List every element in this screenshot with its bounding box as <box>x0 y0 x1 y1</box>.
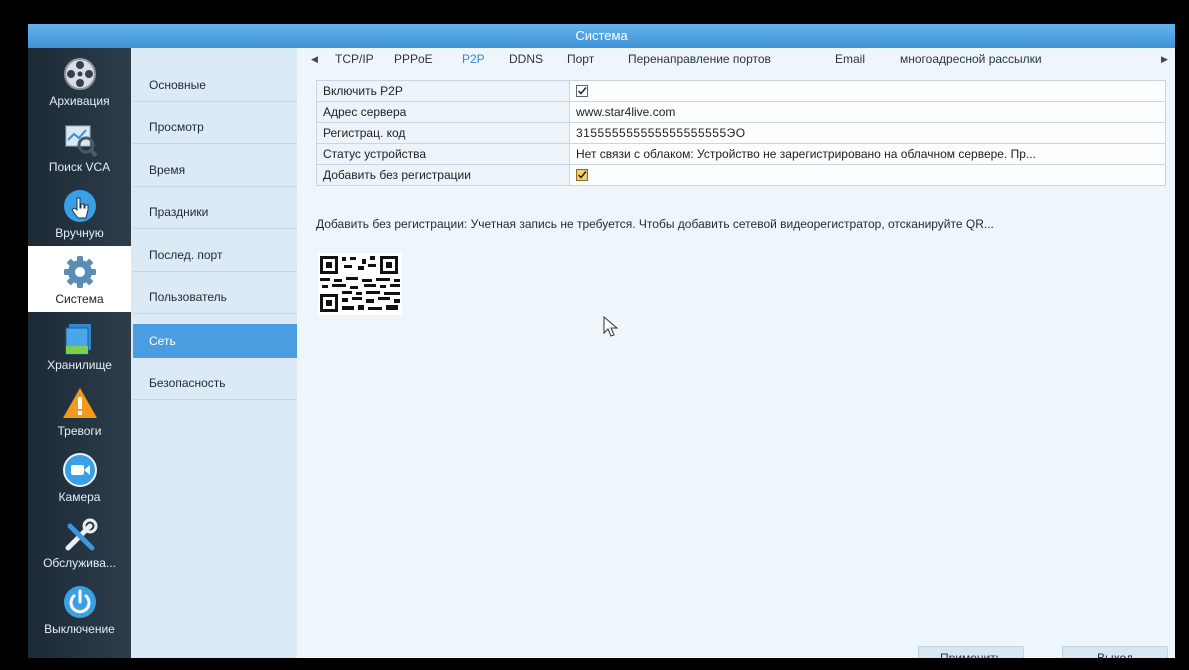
sidebar-item-manual[interactable]: Вручную <box>28 180 131 246</box>
system-window: Система Архивация Поиск VCA Вручную Сист… <box>28 24 1175 658</box>
submenu-item-general[interactable]: Основные <box>133 68 297 102</box>
submenu-item-user[interactable]: Пользователь <box>133 280 297 314</box>
sidebar-item-label: Тревоги <box>57 424 102 438</box>
table-row: Статус устройства Нет связи с облаком: У… <box>316 143 1166 165</box>
reg-code-value: 315555555555555555555ЭO <box>569 122 1166 144</box>
sidebar-item-label: Выключение <box>44 622 115 636</box>
storage-icon <box>65 324 91 355</box>
submenu-item-time[interactable]: Время <box>133 153 297 187</box>
device-status-value: Нет связи с облаком: Устройство не зарег… <box>569 143 1166 165</box>
submenu-item-serial-port[interactable]: Послед. порт <box>133 238 297 272</box>
sidebar-item-vca-search[interactable]: Поиск VCA <box>28 114 131 180</box>
table-row: Добавить без регистрации <box>316 164 1166 186</box>
tab-tcpip[interactable]: TCP/IP <box>335 48 374 70</box>
add-without-reg-checkbox[interactable] <box>576 168 588 181</box>
add-without-reg-cell <box>569 164 1166 186</box>
sidebar-item-storage[interactable]: Хранилище <box>28 312 131 378</box>
table-row: Регистрац. код 315555555555555555555ЭO <box>316 122 1166 144</box>
add-without-reg-label: Добавить без регистрации <box>316 164 570 186</box>
qr-code-icon <box>318 253 402 315</box>
checkmark-icon <box>577 170 587 179</box>
warning-icon <box>62 388 97 418</box>
tab-p2p[interactable]: P2P <box>462 48 485 70</box>
sidebar-item-camera[interactable]: Камера <box>28 444 131 510</box>
submenu-item-security[interactable]: Безопасность <box>133 366 297 400</box>
system-submenu: Основные Просмотр Время Праздники Послед… <box>131 48 297 658</box>
gear-icon <box>63 256 96 288</box>
submenu-item-network[interactable]: Сеть <box>133 324 297 358</box>
no-registration-note: Добавить без регистрации: Учетная запись… <box>316 217 994 231</box>
server-address-label: Адрес сервера <box>316 101 570 123</box>
exit-button[interactable]: Выход <box>1062 646 1168 658</box>
mouse-cursor-icon <box>603 316 619 337</box>
submenu-item-holidays[interactable]: Праздники <box>133 195 297 229</box>
checkmark-icon <box>577 86 587 95</box>
table-row: Адрес сервера www.star4live.com <box>316 101 1166 123</box>
table-row: Включить P2P <box>316 80 1166 102</box>
enable-p2p-label: Включить P2P <box>316 80 570 102</box>
main-sidebar: Архивация Поиск VCA Вручную Система Хран… <box>28 48 131 658</box>
tab-multicast[interactable]: многоадресной рассылки <box>900 48 1042 70</box>
network-tabs: ◀ TCP/IP PPPoE P2P DDNS Порт Перенаправл… <box>297 48 1175 70</box>
window-title: Система <box>28 24 1175 48</box>
tab-ddns[interactable]: DDNS <box>509 48 543 70</box>
hand-icon <box>63 190 96 222</box>
tab-pppoe[interactable]: PPPoE <box>394 48 433 70</box>
sidebar-item-label: Поиск VCA <box>48 160 111 174</box>
tab-port[interactable]: Порт <box>567 48 594 70</box>
sidebar-item-label: Хранилище <box>47 358 112 372</box>
sidebar-item-label: Камера <box>58 490 101 504</box>
enable-p2p-checkbox[interactable] <box>576 84 588 97</box>
sidebar-item-shutdown[interactable]: Выключение <box>28 576 131 642</box>
reel-icon <box>63 58 96 90</box>
submenu-item-view[interactable]: Просмотр <box>133 110 297 144</box>
server-address-value: www.star4live.com <box>569 101 1166 123</box>
tabs-scroll-left-icon[interactable]: ◀ <box>311 48 318 70</box>
device-status-label: Статус устройства <box>316 143 570 165</box>
camera-icon <box>62 453 97 487</box>
network-content: ◀ TCP/IP PPPoE P2P DDNS Порт Перенаправл… <box>297 48 1175 658</box>
reg-code-label: Регистрац. код <box>316 122 570 144</box>
apply-button[interactable]: Применить <box>918 646 1024 658</box>
sidebar-item-alarms[interactable]: Тревоги <box>28 378 131 444</box>
enable-p2p-cell <box>569 80 1166 102</box>
sidebar-item-label: Обслужива... <box>43 556 116 570</box>
tab-email[interactable]: Email <box>835 48 865 70</box>
tabs-scroll-right-icon[interactable]: ▶ <box>1161 48 1168 70</box>
p2p-settings-table: Включить P2P Адрес сервера www.star4live… <box>316 80 1166 186</box>
sidebar-item-label: Система <box>55 292 104 306</box>
tab-port-forwarding[interactable]: Перенаправление портов <box>628 48 771 70</box>
search-chart-icon <box>65 125 98 158</box>
sidebar-item-maintenance[interactable]: Обслужива... <box>28 510 131 576</box>
sidebar-item-label: Вручную <box>55 226 104 240</box>
sidebar-item-archive[interactable]: Архивация <box>28 48 131 114</box>
sidebar-item-label: Архивация <box>49 94 110 108</box>
tools-icon <box>65 518 97 551</box>
power-icon <box>63 586 96 618</box>
sidebar-item-system[interactable]: Система <box>28 246 131 312</box>
